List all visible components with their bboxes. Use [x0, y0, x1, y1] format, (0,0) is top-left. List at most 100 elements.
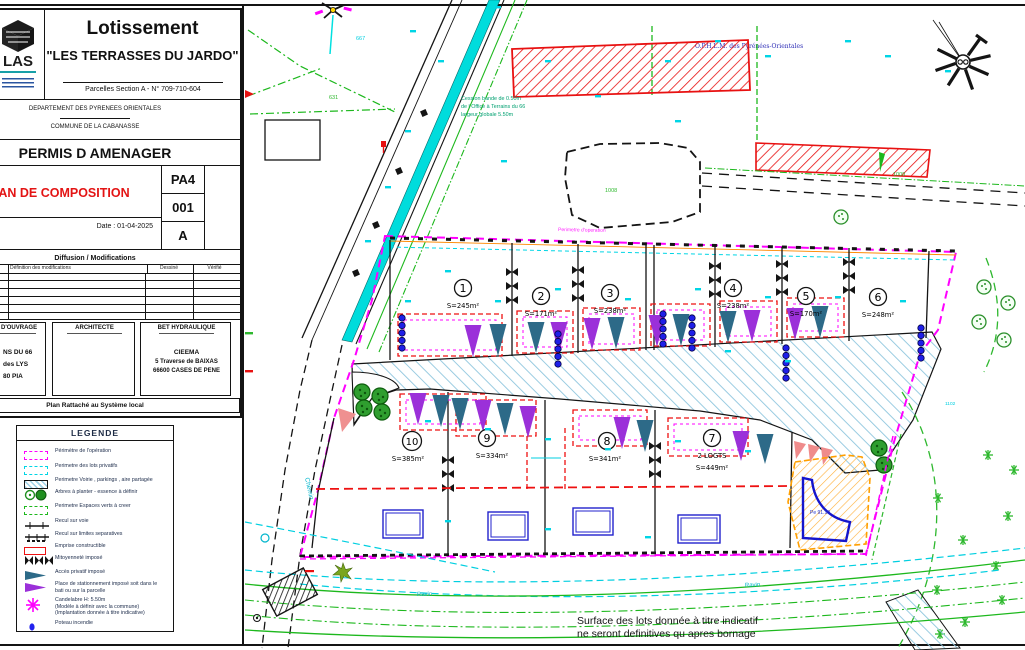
lot-label: 7 2 LOGTS S=449m²: [696, 430, 729, 473]
hydraulic-line: 5 Traverse de BAIXAS: [141, 359, 232, 365]
road-continuation: [886, 590, 960, 650]
existing-road: [302, 0, 527, 352]
lot-label: 1 S=245m²: [447, 280, 480, 311]
lot-label: 9 S=334m²: [476, 430, 509, 461]
parcel-number: 667: [356, 36, 365, 42]
logo-text: LAS: [3, 53, 33, 70]
owner-title: D'OUVRAGE: [1, 325, 37, 331]
legend-item: Recul sur voie: [17, 517, 173, 531]
reserved-zone-hatched: [512, 40, 750, 97]
svg-text:S=171m²: S=171m²: [525, 310, 558, 318]
parcel-number: 1102: [945, 401, 956, 407]
legend-item-label: Perimetre Espaces verts à creer: [55, 503, 167, 510]
logo-accent-bar: [0, 71, 36, 73]
datum-note: Plan Rattaché au Système local: [0, 398, 240, 413]
prairie-area: 1102: [898, 258, 1019, 648]
svg-text:S=334m²: S=334m²: [476, 452, 509, 460]
cession-note: Cession bande de 0.50m de l Office à Ter…: [461, 96, 525, 118]
svg-text:2 LOGTS: 2 LOGTS: [698, 452, 727, 460]
svg-text:S=238m²: S=238m²: [717, 302, 750, 310]
svg-text:7: 7: [709, 432, 716, 445]
logo-cell: LAS: [0, 10, 45, 100]
svg-text:1: 1: [460, 282, 467, 295]
title-block: LAS Lotissement "LES TERRASSES DU JARDO"…: [0, 8, 242, 418]
legend-item-label: Accès privatif imposé: [55, 569, 167, 576]
stakeholders-row: D'OUVRAGE NS DU 66 des LYS 80 PIA ARCHIT…: [0, 322, 240, 396]
legend-item-label: Poteau incendie: [55, 620, 167, 627]
diffusion-table: Diffusion / Modifications Définition des…: [0, 254, 240, 320]
green-spaces-icon: [24, 502, 50, 512]
perimeter-roads-icon: [24, 476, 50, 486]
lot-label: 8 S=341m²: [589, 433, 622, 464]
parcel-number: 631: [329, 95, 338, 101]
setback-road-icon: [24, 517, 50, 527]
perimeter-operation-icon: [24, 447, 50, 457]
svg-text:largeur globale 5.50m: largeur globale 5.50m: [461, 112, 514, 118]
project-type: Lotissement: [45, 18, 240, 40]
commune-label: COMMUNE DE LA CABANASSE: [0, 124, 240, 130]
frame-left: [242, 4, 244, 646]
lot-label: 5S=170m²: [790, 288, 823, 319]
ravin-label: Ravin: [745, 582, 761, 589]
legend-title: LEGENDE: [17, 426, 173, 441]
legend: LEGENDE Périmètre de l'opération Perimet…: [16, 425, 174, 632]
perimeter-lots-icon: [24, 462, 50, 472]
tree-icon: [834, 210, 848, 224]
utility-pole-icon: [315, 3, 352, 54]
retention-basin: Pe 91.10: [788, 455, 870, 550]
lot-label: 6S=248m²: [862, 289, 895, 320]
svg-text:S=170m²: S=170m²: [790, 310, 823, 318]
diffusion-col-checked: Vérifié: [193, 264, 236, 273]
svg-text:6: 6: [875, 291, 882, 304]
svg-text:de l Office à Terrains du 66: de l Office à Terrains du 66: [461, 104, 525, 110]
legend-item: Arbres à planter - essence à définir: [17, 488, 173, 502]
buildable-area-icon: [24, 542, 50, 552]
parcel-1008-outline: [565, 143, 700, 228]
legend-item: Perimetre des lots privatifs: [17, 462, 173, 476]
diffusion-col-drawn: Dessiné: [145, 264, 194, 273]
svg-text:3: 3: [607, 287, 614, 300]
legend-item: Place de stationnement imposé soit dans …: [17, 580, 173, 598]
legend-item-label: Arbres à planter - essence à définir: [55, 489, 167, 496]
owner-box: D'OUVRAGE NS DU 66 des LYS 80 PIA: [0, 322, 46, 396]
setback-limits-icon: [24, 530, 50, 540]
basin-label: Pe 91.10: [810, 510, 830, 516]
party-wall-icon: [24, 554, 50, 564]
chemin-label: Chemin: [303, 477, 315, 501]
hydraulic-box: BET HYDRAULIQUE CIEEMA 5 Traverse de BAI…: [140, 322, 231, 396]
parcel-number: 1009: [893, 172, 905, 178]
svg-text:S=341m²: S=341m²: [589, 455, 622, 463]
department-label: DEPARTEMENT DES PYRENEES ORIENTALES: [0, 106, 240, 112]
streetlight-icon: [24, 597, 50, 607]
project-title: "LES TERRASSES DU JARDO": [45, 48, 240, 63]
legend-item: Perimetre Espaces verts à creer: [17, 502, 173, 516]
existing-parcel-outline: [265, 120, 320, 160]
svg-text:S=238m²: S=238m²: [594, 307, 627, 315]
legend-item: Poteau incendie: [17, 619, 173, 633]
svg-text:Cession bande de 0.50m: Cession bande de 0.50m: [461, 96, 521, 102]
hydraulic-line: CIEEMA: [141, 349, 232, 356]
legend-item-label: Recul sur limites separatives: [55, 531, 167, 538]
surface-footnote: Surface des lots donnée à titre indicati…: [577, 615, 758, 640]
farm-track: [702, 173, 1025, 206]
ravin-label: Ravin: [417, 591, 433, 598]
legend-item-label: Candelabre H: 5.50m: [55, 597, 167, 604]
hydraulic-line: 66600 CASES DE PENE: [141, 368, 232, 374]
doc-code: PA4: [162, 166, 205, 194]
plan-title: PLAN DE COMPOSITION: [0, 186, 162, 200]
legend-item: Candelabre H: 5.50m (Modèle à définir av…: [17, 597, 173, 619]
svg-text:9: 9: [484, 432, 491, 445]
revision-letter: A: [162, 222, 205, 250]
trees-icon: [24, 488, 50, 498]
svg-text:S=449m²: S=449m²: [696, 464, 729, 472]
svg-text:S=245m²: S=245m²: [447, 302, 480, 310]
legend-item: Mitoyenneté imposé: [17, 554, 173, 568]
legend-item: Périmètre de l'opération: [17, 447, 173, 461]
rear-setback-line: [316, 486, 792, 489]
cadastral-limits: [248, 30, 395, 114]
svg-text:8: 8: [604, 435, 611, 448]
tree-icon: [871, 440, 887, 456]
diffusion-col-definition: Définition des modifications: [8, 264, 148, 273]
legend-item-label: Emprise constructible: [55, 543, 167, 550]
legend-item-label: Recul sur voie: [55, 518, 167, 525]
